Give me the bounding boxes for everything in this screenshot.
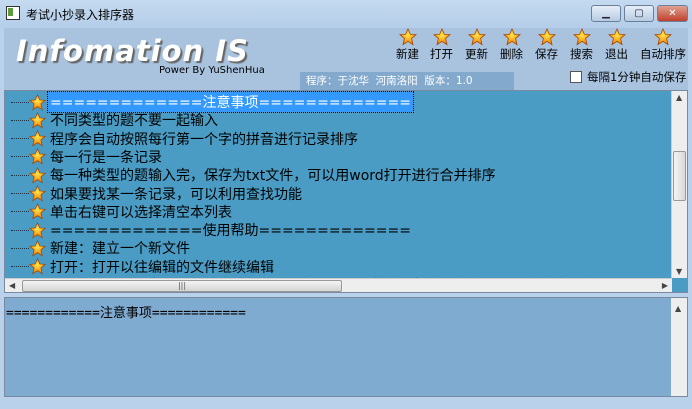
list-item[interactable]: 不同类型的题不要一起输入 [5, 111, 220, 129]
vertical-scrollbar[interactable]: ▲ ▼ [671, 91, 687, 278]
minimize-button[interactable]: ▁ [591, 5, 621, 22]
tree-line [11, 156, 29, 158]
horizontal-scrollbar[interactable]: ◀ ||| ▶ [5, 278, 672, 292]
star-icon [28, 239, 47, 257]
toolbar-button[interactable]: 更新 [465, 27, 488, 62]
list-item[interactable]: 单击右键可以选择清空本列表 [5, 203, 234, 221]
list-item-text: 打开：打开以往编辑的文件继续编辑 [50, 259, 274, 276]
star-icon [28, 221, 47, 239]
star-icon [432, 27, 451, 46]
star-icon [607, 27, 626, 46]
tree-line [11, 138, 29, 140]
star-icon [28, 166, 47, 184]
list-item-text: 每一种类型的题输入完，保存为txt文件，可以用word打开进行合并排序 [50, 168, 496, 185]
logo: Infomation IS [16, 34, 249, 68]
list-item-text: 新建：建立一个新文件 [50, 241, 190, 258]
tree-line [11, 101, 29, 103]
power-by-label: Power By YuShenHua [159, 65, 265, 76]
scroll-thumb[interactable] [673, 151, 686, 201]
star-icon [398, 27, 417, 46]
autosave-checkbox[interactable]: 每隔1分钟自动保存 [570, 69, 686, 85]
toolbar-label: 保存 [535, 47, 558, 61]
scroll-thumb[interactable]: ||| [22, 280, 342, 292]
list-item-text: =============注意事项============= [47, 91, 414, 113]
toolbar-label: 打开 [430, 47, 453, 61]
star-icon [28, 130, 47, 147]
editor-scrollbar[interactable]: ▲ [671, 298, 687, 396]
tree-line [11, 266, 29, 268]
toolbar-label: 退出 [605, 47, 628, 61]
tree-line [11, 193, 29, 194]
tree-line [11, 247, 29, 249]
list-item-text: 每一行是一条记录 [50, 149, 162, 166]
tree-line [11, 229, 29, 231]
list-item-text: 程序会自动按照每行第一个字的拼音进行记录排序 [50, 131, 358, 148]
list-item[interactable]: 每一行是一条记录 [5, 148, 164, 166]
toolbar-label: 新建 [396, 47, 419, 61]
star-icon [28, 93, 47, 111]
app-icon [6, 6, 20, 20]
editor-textarea[interactable]: ============注意事项============ [5, 298, 673, 396]
star-icon [467, 27, 486, 46]
toolbar-button[interactable]: 搜索 [570, 27, 593, 62]
star-icon [28, 258, 47, 275]
list-item[interactable]: 新建：建立一个新文件 [5, 239, 192, 257]
toolbar-button[interactable]: 新建 [396, 27, 419, 62]
title-bar: 考试小抄录入排序器 ▁ ▢ ✕ [0, 0, 692, 28]
checkbox-box[interactable] [570, 71, 582, 83]
toolbar-button[interactable]: 删除 [500, 27, 523, 62]
star-icon [28, 184, 47, 202]
list-item[interactable]: 程序会自动按照每行第一个字的拼音进行记录排序 [5, 130, 360, 148]
list-item-text: 单击右键可以选择清空本列表 [50, 204, 232, 221]
star-icon [28, 111, 47, 129]
maximize-button[interactable]: ▢ [624, 5, 654, 22]
info-label: 程序：于沈华 河南洛阳 版本：1.0 [300, 72, 514, 90]
window-title: 考试小抄录入排序器 [26, 8, 135, 22]
toolbar-label: 自动排序 [640, 47, 686, 61]
list-item[interactable]: 如果要找某一条记录，可以利用查找功能 [5, 184, 304, 203]
list-item-text: 不同类型的题不要一起输入 [50, 113, 218, 130]
list-item[interactable]: 打开：打开以往编辑的文件继续编辑 [5, 258, 276, 276]
toolbar-button[interactable]: 保存 [535, 27, 558, 62]
header: Infomation IS Power By YuShenHua 程序：于沈华 … [4, 27, 688, 90]
star-icon [28, 148, 47, 165]
star-icon [502, 27, 521, 46]
list-item[interactable]: =============使用帮助============= [5, 221, 413, 239]
list-item-text: =============使用帮助============= [50, 223, 411, 240]
toolbar-label: 删除 [500, 47, 523, 61]
star-icon [653, 27, 673, 46]
tree-line [11, 211, 29, 213]
toolbar-button[interactable]: 自动排序 [640, 27, 686, 62]
list-item-text: 如果要找某一条记录，可以利用查找功能 [50, 186, 302, 203]
list-item[interactable]: 每一种类型的题输入完，保存为txt文件，可以用word打开进行合并排序 [5, 166, 498, 184]
toolbar-button[interactable]: 打开 [430, 27, 453, 62]
record-list[interactable]: =============注意事项============= 不同类型的题不要一起… [4, 90, 688, 293]
record-editor[interactable]: ============注意事项============ ▲ [4, 297, 688, 397]
tree-line [11, 119, 29, 121]
close-button[interactable]: ✕ [657, 5, 688, 22]
star-icon [28, 203, 47, 220]
toolbar-button[interactable]: 退出 [605, 27, 628, 62]
toolbar-label: 更新 [465, 47, 488, 61]
autosave-label: 每隔1分钟自动保存 [587, 70, 687, 84]
star-icon [537, 27, 556, 46]
list-item[interactable]: =============注意事项============= [5, 91, 414, 113]
star-icon [572, 27, 591, 46]
tree-line [11, 174, 29, 176]
toolbar-label: 搜索 [570, 47, 593, 61]
